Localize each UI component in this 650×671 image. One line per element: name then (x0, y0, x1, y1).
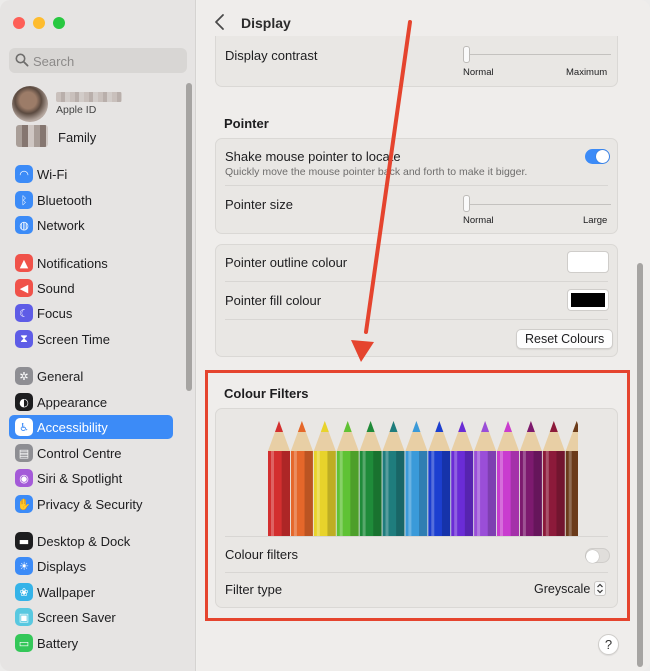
zoom-window-button[interactable] (53, 17, 65, 29)
speaker-icon: ◀ (15, 279, 33, 297)
avatar (12, 86, 48, 122)
sidebar-item-accessibility[interactable]: ♿ Accessibility (9, 415, 173, 439)
account-name-redacted (56, 92, 122, 102)
sidebar-item-screen-saver[interactable]: ▣ Screen Saver (9, 605, 173, 629)
pointer-colour-card: Pointer outline colour Pointer fill colo… (215, 244, 618, 357)
minimize-window-button[interactable] (33, 17, 45, 29)
sidebar-item-label: Notifications (37, 256, 108, 271)
pointer-heading: Pointer (224, 116, 269, 131)
family-avatar (16, 125, 48, 147)
globe-icon: ◍ (15, 216, 33, 234)
sidebar-item-label: Desktop & Dock (37, 534, 131, 549)
screen-saver-icon: ▣ (15, 608, 33, 626)
sidebar-item-battery[interactable]: ▭ Battery (9, 631, 173, 655)
pointer-size-label: Pointer size (225, 197, 293, 212)
wifi-icon: ◠ (15, 165, 33, 183)
apple-id-label: Apple ID (56, 104, 97, 116)
sidebar-item-wallpaper[interactable]: ❀ Wallpaper (9, 580, 173, 604)
sidebar-item-label: Accessibility (37, 420, 108, 435)
shake-pointer-desc: Quickly move the mouse pointer back and … (225, 166, 528, 178)
slider-knob[interactable] (463, 195, 470, 212)
sidebar-item-network[interactable]: ◍ Network (9, 213, 173, 237)
apple-id-item[interactable]: Apple ID (12, 86, 192, 122)
sidebar-item-label: Network (37, 218, 85, 233)
sidebar-item-label: Sound (37, 281, 75, 296)
back-chevron-icon[interactable] (213, 12, 227, 32)
dock-icon: ▬ (15, 532, 33, 550)
sidebar-item-control-centre[interactable]: ▤ Control Centre (9, 441, 173, 465)
reset-colours-button[interactable]: Reset Colours (516, 329, 614, 349)
divider (225, 185, 608, 186)
pointer-outline-swatch[interactable] (568, 252, 608, 272)
sidebar-item-label: Screen Saver (37, 610, 116, 625)
accessibility-icon: ♿ (15, 418, 33, 436)
sidebar-item-label: Bluetooth (37, 193, 92, 208)
main-scrollbar[interactable] (637, 263, 643, 667)
shake-pointer-toggle[interactable] (585, 149, 610, 164)
sidebar-item-siri-spotlight[interactable]: ◉ Siri & Spotlight (9, 466, 173, 490)
sidebar-item-label: Displays (37, 559, 87, 574)
sidebar-item-notifications[interactable]: ▲ Notifications (9, 251, 173, 275)
sidebar-item-wi-fi[interactable]: ◠ Wi-Fi (9, 162, 173, 186)
annotation-highlight-box (205, 370, 630, 621)
hand-icon: ✋ (15, 495, 33, 513)
sidebar-item-displays[interactable]: ☀ Displays (9, 554, 173, 578)
control-centre-icon: ▤ (15, 444, 33, 462)
sidebar-item-family[interactable]: Family (58, 130, 96, 145)
siri-icon: ◉ (15, 469, 33, 487)
pointer-fill-swatch[interactable] (568, 290, 608, 310)
sidebar-item-label: Control Centre (37, 446, 122, 461)
bluetooth-icon: ᛒ (15, 191, 33, 209)
pointer-size-min-label: Normal (463, 215, 494, 226)
contrast-max-label: Maximum (566, 67, 608, 78)
page-title: Display (241, 15, 291, 31)
pointer-card: Shake mouse pointer to locate Quickly mo… (215, 138, 618, 234)
sidebar: Search Apple ID Family ◠ Wi-Fi ᛒ Bluetooth ◍… (0, 0, 196, 671)
sidebar-item-label: Wallpaper (37, 585, 96, 600)
sidebar-item-privacy-security[interactable]: ✋ Privacy & Security (9, 492, 173, 516)
pointer-outline-label: Pointer outline colour (225, 255, 348, 270)
search-input[interactable]: Search (9, 48, 187, 73)
pointer-size-max-label: Large (583, 215, 608, 226)
sidebar-item-label: Privacy & Security (37, 497, 143, 512)
display-contrast-label: Display contrast (225, 48, 318, 63)
sidebar-item-screen-time[interactable]: ⧗ Screen Time (9, 327, 173, 351)
sidebar-item-bluetooth[interactable]: ᛒ Bluetooth (9, 188, 173, 212)
hourglass-icon: ⧗ (15, 330, 33, 348)
sidebar-item-general[interactable]: ✲ General (9, 364, 173, 388)
contrast-card: Display contrast Normal Maximum (215, 36, 618, 87)
help-button[interactable]: ? (598, 634, 619, 655)
battery-icon: ▭ (15, 634, 33, 652)
moon-icon: ☾ (15, 304, 33, 322)
pointer-fill-label: Pointer fill colour (225, 293, 322, 308)
divider (225, 281, 608, 282)
sidebar-item-appearance[interactable]: ◐ Appearance (9, 390, 173, 414)
sidebar-item-label: Appearance (37, 395, 108, 410)
sidebar-item-label: General (37, 369, 84, 384)
sidebar-item-label: Wi-Fi (37, 167, 68, 182)
sidebar-item-desktop-dock[interactable]: ▬ Desktop & Dock (9, 529, 173, 553)
divider (225, 319, 608, 320)
bell-icon: ▲ (15, 254, 33, 272)
sun-icon: ☀ (15, 557, 33, 575)
search-icon (15, 53, 29, 67)
settings-window: Search Apple ID Family ◠ Wi-Fi ᛒ Bluetooth ◍… (0, 0, 650, 671)
close-window-button[interactable] (13, 17, 25, 29)
sidebar-item-label: Battery (37, 636, 79, 651)
shake-pointer-label: Shake mouse pointer to locate (225, 149, 401, 164)
sidebar-item-label: Screen Time (37, 332, 110, 347)
gear-icon: ✲ (15, 367, 33, 385)
sidebar-scrollbar[interactable] (186, 83, 192, 391)
sidebar-item-focus[interactable]: ☾ Focus (9, 301, 173, 325)
sidebar-item-sound[interactable]: ◀ Sound (9, 276, 173, 300)
appearance-icon: ◐ (15, 393, 33, 411)
contrast-min-label: Normal (463, 67, 494, 78)
slider-knob[interactable] (463, 46, 470, 63)
sidebar-item-label: Focus (37, 306, 73, 321)
sidebar-item-label: Siri & Spotlight (37, 471, 123, 486)
search-placeholder: Search (33, 54, 75, 69)
wallpaper-icon: ❀ (15, 583, 33, 601)
